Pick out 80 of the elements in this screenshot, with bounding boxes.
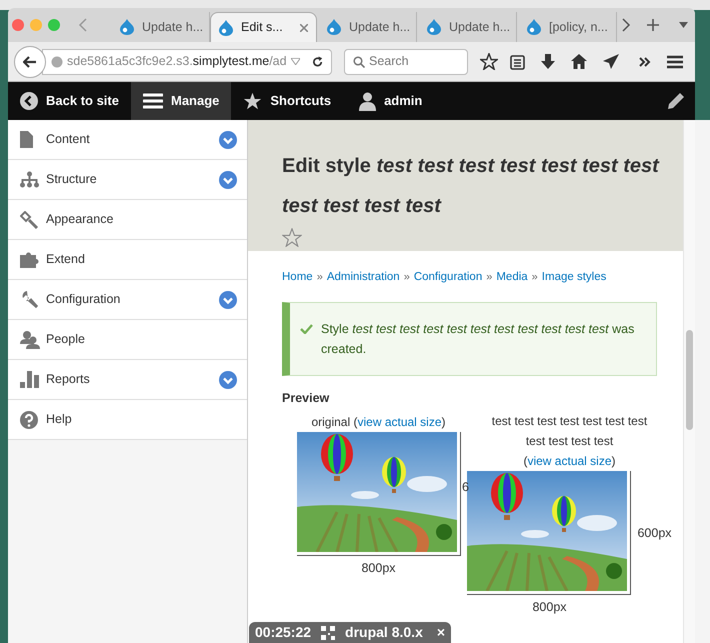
search-icon [353, 56, 365, 68]
document-icon [20, 131, 33, 148]
close-icon[interactable] [300, 24, 308, 32]
drop-icon [427, 19, 441, 35]
paintbrush-icon [20, 210, 39, 228]
toolbar-tab[interactable]: Back to site [8, 82, 131, 120]
breadcrumb-link[interactable]: Administration [326, 269, 400, 286]
double-chevron-icon[interactable] [639, 56, 651, 66]
preview-heading: Preview [282, 390, 330, 408]
toolbar-tab[interactable]: Manage [130, 82, 232, 120]
wrench-icon [20, 290, 39, 309]
session-title: drupal 8.0.x [345, 623, 423, 642]
search-input[interactable]: Search [369, 52, 459, 71]
sidebar-item[interactable]: People [8, 320, 247, 360]
url-field[interactable]: sde5861a5c3fc9e2.s3.simplytest.me/ad [42, 48, 332, 74]
chevron-down-circle-icon[interactable] [219, 130, 237, 148]
download-icon[interactable] [541, 54, 555, 70]
chevron-down-circle-icon[interactable] [219, 370, 237, 388]
plus-icon[interactable] [647, 19, 659, 31]
chevron-right-icon[interactable] [621, 18, 631, 32]
height-label: 600px [637, 524, 672, 542]
chevron-down-circle-icon[interactable] [219, 290, 237, 308]
drop-icon [120, 19, 134, 35]
globe-icon [51, 56, 63, 68]
check-icon [300, 324, 313, 334]
reload-icon[interactable] [312, 56, 323, 68]
width-label: 800px [532, 599, 567, 616]
caret-down-icon[interactable] [290, 58, 300, 65]
breadcrumb-separator: » [316, 270, 323, 285]
puzzle-piece-icon [20, 251, 40, 268]
clipboard-icon[interactable] [510, 54, 525, 70]
sidebar-item[interactable]: Structure [8, 160, 247, 200]
star-icon[interactable] [282, 228, 302, 247]
star-icon[interactable] [480, 53, 498, 70]
sidebar-item[interactable]: Reports [8, 360, 247, 400]
close-button[interactable]: × [436, 622, 446, 643]
paper-plane-icon[interactable] [603, 54, 619, 69]
sidebar-item[interactable]: Content [8, 120, 247, 160]
drop-icon [327, 19, 341, 35]
bar-chart-icon [20, 371, 40, 388]
status-text: Style test test test test test test test test test test test was created. [321, 321, 636, 358]
breadcrumb-link[interactable]: Media [496, 269, 528, 286]
breadcrumb-separator: » [404, 270, 410, 285]
breadcrumb-link[interactable]: Configuration [414, 269, 482, 286]
toolbar-tab[interactable]: admin [347, 82, 434, 120]
drop-icon [527, 19, 541, 35]
page-title: Edit style test test test test test test test test test test test [282, 154, 660, 219]
breadcrumb-separator: » [532, 270, 538, 285]
chevron-down-circle-icon[interactable] [219, 170, 237, 188]
view-size-link[interactable]: view actual size [357, 415, 442, 429]
breadcrumb-link[interactable]: Image styles [542, 269, 606, 286]
breadcrumb-link[interactable]: Home [282, 269, 313, 286]
browser-tab[interactable]: Edit s... [210, 12, 317, 42]
menu-icon[interactable] [667, 54, 683, 68]
help-icon [20, 410, 38, 428]
image-caption: test test test test test test test test test test test (view actual size) [490, 413, 648, 470]
chevron-left-circle-icon [20, 92, 38, 110]
timer-text: 00:25:22 [255, 623, 312, 642]
caret-down-icon[interactable] [679, 22, 688, 28]
sidebar-item[interactable]: Help [8, 400, 247, 440]
toolbar-tab[interactable]: Shortcuts [231, 82, 344, 120]
pencil-icon[interactable] [667, 92, 685, 110]
hierarchy-icon [20, 171, 39, 188]
menu-icon [142, 93, 163, 109]
arrow-left-icon [23, 56, 37, 68]
star-icon [243, 92, 262, 110]
qr-code-icon [321, 626, 336, 640]
image-caption: original (view actual size) [310, 414, 447, 431]
back-button[interactable] [14, 46, 46, 78]
search-field[interactable]: Search [344, 48, 468, 74]
home-icon[interactable] [571, 54, 587, 69]
person-icon [359, 92, 376, 110]
breadcrumb-separator: » [486, 270, 492, 285]
sidebar-item[interactable]: Configuration [8, 280, 247, 320]
sidebar-item[interactable]: Appearance [8, 200, 247, 240]
drop-icon [219, 20, 233, 36]
view-size-link[interactable]: view actual size [527, 454, 612, 468]
width-label: 800px [361, 560, 396, 577]
sidebar-item[interactable]: Extend [8, 240, 247, 280]
people-icon [20, 330, 40, 349]
